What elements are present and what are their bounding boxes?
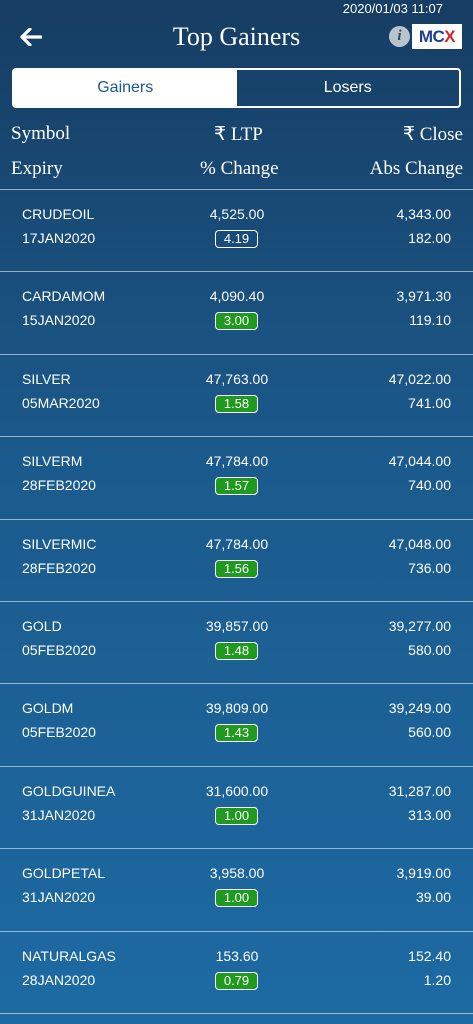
row-symbol: GOLDM: [22, 700, 74, 717]
row-ltp: 153.60: [215, 947, 259, 964]
header-symbol: Symbol: [11, 123, 71, 144]
header-expiry: Expiry: [11, 158, 63, 179]
row-pct-change-badge: 1.57: [215, 477, 258, 496]
row-pct-change-badge: 1.48: [215, 641, 258, 660]
row-abs-change: 560.00: [408, 724, 451, 741]
table-row[interactable]: GOLDPETAL 31JAN2020 3,958.00 1.00 3,919.…: [0, 849, 473, 932]
row-pct-change-badge: 1.56: [215, 559, 258, 578]
row-abs-change: 736.00: [408, 559, 451, 576]
row-pct-change-badge: 1.00: [215, 806, 258, 825]
row-expiry: 05MAR2020: [22, 394, 100, 411]
row-close: 3,919.00: [396, 865, 452, 882]
row-expiry: 31JAN2020: [22, 889, 96, 906]
row-pct-change-badge: 0.79: [215, 971, 258, 990]
tab-gainers[interactable]: Gainers: [14, 70, 237, 106]
table-row[interactable]: GOLDGUINEA 31JAN2020 31,600.00 1.00 31,2…: [0, 767, 473, 850]
row-close: 39,277.00: [388, 617, 451, 634]
table-row[interactable]: SILVERM 28FEB2020 47,784.00 1.57 47,044.…: [0, 437, 473, 520]
row-symbol: SILVERMIC: [22, 535, 97, 552]
row-expiry: 05FEB2020: [22, 641, 96, 658]
row-close: 47,044.00: [388, 453, 451, 470]
logo-text-mc: MC: [418, 26, 445, 46]
row-ltp: 47,763.00: [205, 370, 269, 387]
row-close: 31,287.00: [388, 782, 451, 799]
tab-losers[interactable]: Losers: [237, 70, 460, 106]
row-pct-change-badge: 3.00: [215, 312, 258, 331]
row-abs-change: 740.00: [408, 477, 451, 494]
row-pct-change-badge: 1.43: [215, 724, 258, 743]
row-abs-change: 1.20: [423, 971, 451, 988]
column-headers: Symbol ₹ LTP ₹ Close Expiry % Change Abs…: [0, 115, 473, 190]
row-symbol: GOLD: [22, 617, 62, 634]
gainers-list: CRUDEOIL 17JAN2020 4,525.00 4.19 4,343.0…: [0, 190, 473, 1014]
row-abs-change: 741.00: [408, 394, 451, 411]
row-abs-change: 39.00: [415, 889, 451, 906]
row-close: 152.40: [408, 947, 451, 964]
row-ltp: 47,784.00: [205, 535, 269, 552]
header-ltp: ₹ LTP: [214, 124, 263, 145]
row-abs-change: 580.00: [408, 641, 451, 658]
header-pct-change: % Change: [200, 158, 279, 179]
header-close: ₹ Close: [402, 124, 463, 145]
row-expiry: 31JAN2020: [22, 806, 96, 823]
table-row[interactable]: SILVERMIC 28FEB2020 47,784.00 1.56 47,04…: [0, 520, 473, 602]
row-symbol: SILVER: [22, 370, 71, 387]
row-close: 4,343.00: [396, 206, 452, 222]
row-symbol: CARDAMOM: [22, 288, 106, 305]
table-row[interactable]: CARDAMOM 15JAN2020 4,090.40 3.00 3,971.3…: [0, 272, 473, 355]
row-ltp: 4,525.00: [209, 206, 265, 222]
row-close: 47,048.00: [388, 535, 451, 552]
row-ltp: 39,809.00: [205, 700, 269, 717]
row-expiry: 17JAN2020: [22, 230, 96, 246]
table-row[interactable]: CRUDEOIL 17JAN2020 4,525.00 4.19 4,343.0…: [0, 190, 473, 273]
row-expiry: 15JAN2020: [22, 312, 96, 329]
segment-control: Gainers Losers: [12, 68, 461, 108]
table-row[interactable]: GOLD 05FEB2020 39,857.00 1.48 39,277.00 …: [0, 602, 473, 685]
row-close: 47,022.00: [388, 370, 451, 387]
row-symbol: NATURALGAS: [22, 947, 116, 964]
row-ltp: 47,784.00: [205, 453, 269, 470]
row-abs-change: 313.00: [408, 806, 451, 823]
row-expiry: 28JAN2020: [22, 971, 96, 988]
table-row[interactable]: SILVER 05MAR2020 47,763.00 1.58 47,022.0…: [0, 355, 473, 438]
info-icon[interactable]: i: [389, 26, 410, 47]
row-ltp: 39,857.00: [205, 617, 269, 634]
mcx-logo: MC X: [412, 24, 462, 49]
row-pct-change-badge: 4.19: [215, 230, 258, 248]
row-abs-change: 119.10: [409, 312, 451, 329]
row-symbol: GOLDGUINEA: [22, 782, 116, 799]
row-pct-change-badge: 1.58: [215, 394, 258, 413]
status-bar: 2020/01/03 11:07: [0, 0, 473, 18]
row-expiry: 28FEB2020: [22, 477, 96, 494]
row-symbol: SILVERM: [22, 453, 83, 470]
row-ltp: 3,958.00: [209, 865, 265, 882]
row-ltp: 4,090.40: [209, 288, 265, 305]
row-abs-change: 182.00: [408, 230, 451, 246]
header-abs-change: Abs Change: [369, 158, 463, 179]
row-expiry: 28FEB2020: [22, 559, 96, 576]
row-pct-change-badge: 1.00: [215, 889, 258, 908]
row-close: 3,971.30: [396, 288, 452, 305]
row-ltp: 31,600.00: [205, 782, 269, 799]
status-datetime: 2020/01/03 11:07: [342, 1, 443, 16]
header: Top Gainers i MC X: [0, 18, 473, 62]
row-expiry: 05FEB2020: [22, 724, 96, 741]
logo-text-x: X: [444, 26, 456, 46]
table-row[interactable]: NATURALGAS 28JAN2020 153.60 0.79 152.40 …: [0, 932, 473, 1014]
row-symbol: CRUDEOIL: [22, 206, 95, 222]
table-row[interactable]: GOLDM 05FEB2020 39,809.00 1.43 39,249.00…: [0, 684, 473, 767]
row-close: 39,249.00: [388, 700, 451, 717]
row-symbol: GOLDPETAL: [22, 865, 105, 882]
